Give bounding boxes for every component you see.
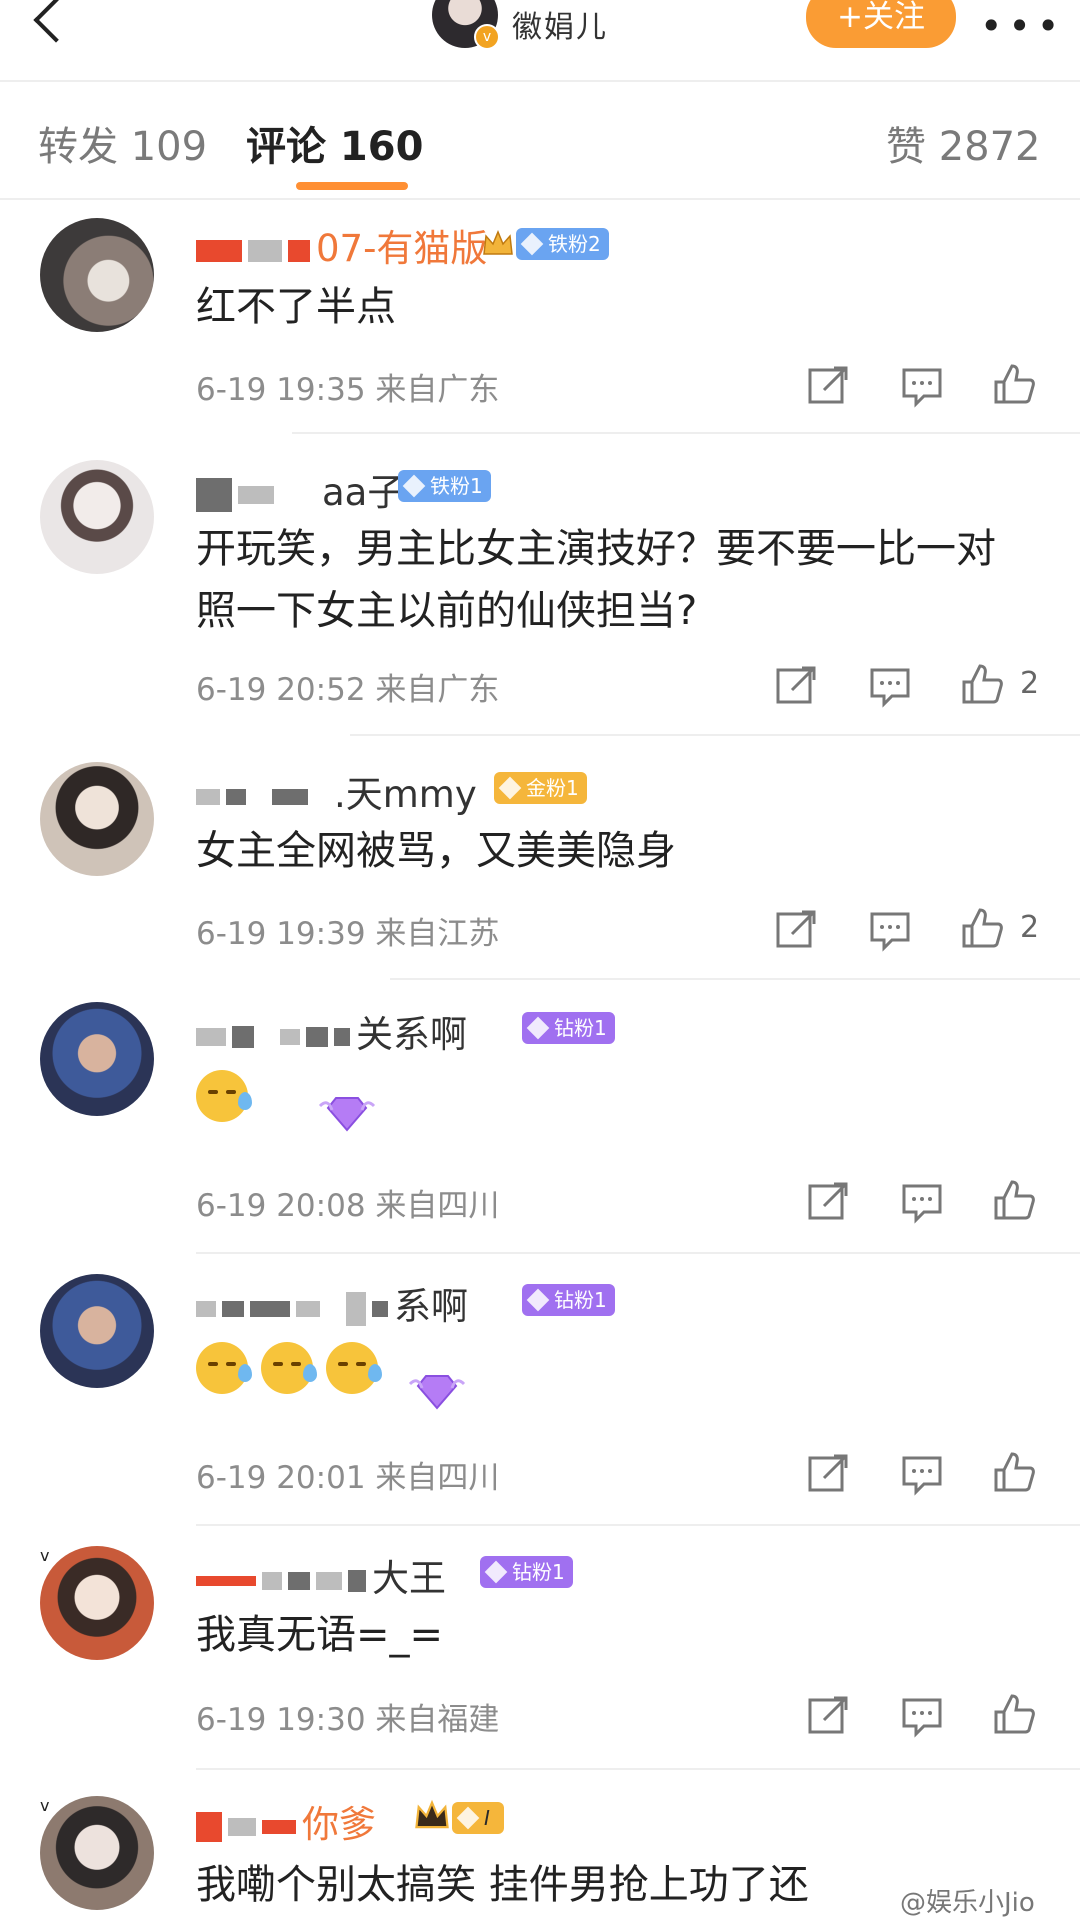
comment-icon[interactable] [898,1450,946,1498]
comment-text: 我真无语=_= [196,1612,444,1658]
divider [196,1768,1080,1770]
fan-badge[interactable]: 钻粉1 [480,1556,573,1588]
tab-comments[interactable]: 评论 160 [246,114,423,172]
comment-text: 女主全网被骂，又美美隐身 [196,828,676,874]
like-icon[interactable] [958,660,1006,708]
comment-username[interactable]: 关系啊 [196,1004,467,1058]
comment-username[interactable]: 系啊 [196,1276,468,1330]
watermark: @娱乐小Jio [900,1888,1035,1918]
comment-username[interactable]: 大王 [196,1548,446,1602]
divider [196,1252,1080,1254]
like-icon[interactable] [958,904,1006,952]
crown-icon [415,1799,449,1829]
fan-badge[interactable]: 金粉1 [494,772,587,804]
comment-username[interactable]: 你爹 [196,1794,376,1848]
top-bar: v 徽娟儿 +关注 ••• [0,0,1080,82]
like-icon[interactable] [990,1690,1038,1738]
divider [350,734,1080,736]
fan-badge[interactable]: 钻粉1 [522,1012,615,1044]
comment-meta: 6-19 20:08 来自四川 [196,1188,500,1224]
comment-icon[interactable] [866,662,914,710]
comment-icon[interactable] [898,362,946,410]
comment-meta: 6-19 19:39 来自江苏 [196,916,500,952]
avatar[interactable]: v [40,1546,154,1660]
crown-icon [483,230,513,255]
avatar[interactable] [40,218,154,332]
author-name[interactable]: 徽娟儿 [512,2,608,46]
like-count: 2 [1020,910,1040,945]
sweat-emoji-icon [196,1070,252,1122]
comment-text: 我嘞个别太搞笑 挂件男抢上功了还 [196,1862,809,1908]
sweat-emoji-icon [196,1342,252,1394]
comment-username[interactable]: aa子 [196,462,404,516]
sweat-emoji-icon [326,1342,383,1394]
fan-badge[interactable]: 钻粉1 [522,1284,615,1316]
avatar[interactable] [40,1002,154,1116]
avatar[interactable] [40,460,154,574]
sweat-emoji-icon [261,1342,318,1394]
fan-badge[interactable]: 铁粉2 [516,228,609,260]
verified-badge-icon: v [474,24,500,50]
more-options-icon[interactable]: ••• [980,4,1065,48]
fan-badge[interactable]: I [452,1802,504,1834]
repost-icon[interactable] [772,662,820,710]
repost-icon[interactable] [804,362,852,410]
divider [196,1524,1080,1526]
comment-meta: 6-19 20:01 来自四川 [196,1460,500,1496]
repost-icon[interactable] [804,1692,852,1740]
tab-likes[interactable]: 赞 2872 [886,114,1041,172]
comment-meta: 6-19 20:52 来自广东 [196,672,500,708]
comment-icon[interactable] [898,1692,946,1740]
author-avatar[interactable]: v [432,0,500,50]
divider [292,432,1080,434]
tab-bar: 转发 109 评论 160 赞 2872 [0,100,1080,200]
comment-icon[interactable] [898,1178,946,1226]
diamond-decoration-icon [318,1097,376,1132]
back-chevron-icon[interactable] [28,0,68,48]
active-tab-indicator [296,182,408,190]
diamond-decoration-icon [408,1375,466,1410]
verified-badge-icon: v [40,1546,50,1565]
avatar[interactable]: v [40,1796,154,1910]
repost-icon[interactable] [772,906,820,954]
comment-meta: 6-19 19:30 来自福建 [196,1702,500,1738]
comment-username[interactable]: .天mmy [196,764,477,818]
comment-text: 开玩笑，男主比女主演技好？要不要一比一对照一下女主以前的仙侠担当? [196,526,996,634]
comment-meta: 6-19 19:35 来自广东 [196,372,500,408]
emoji-row [196,1070,256,1126]
repost-icon[interactable] [804,1450,852,1498]
like-icon[interactable] [990,1448,1038,1496]
like-icon[interactable] [990,360,1038,408]
avatar[interactable] [40,762,154,876]
avatar[interactable] [40,1274,154,1388]
like-icon[interactable] [990,1176,1038,1224]
divider [390,978,1080,980]
comment-username[interactable]: 07-有猫版 [196,218,487,272]
comment-text: 红不了半点 [196,284,396,330]
fan-badge[interactable]: 铁粉1 [398,470,491,502]
emoji-row [196,1342,386,1398]
repost-icon[interactable] [804,1178,852,1226]
comment-icon[interactable] [866,906,914,954]
follow-button[interactable]: +关注 [806,0,956,48]
like-count: 2 [1020,666,1040,701]
verified-badge-icon: v [40,1796,50,1815]
tab-repost[interactable]: 转发 109 [38,114,207,172]
